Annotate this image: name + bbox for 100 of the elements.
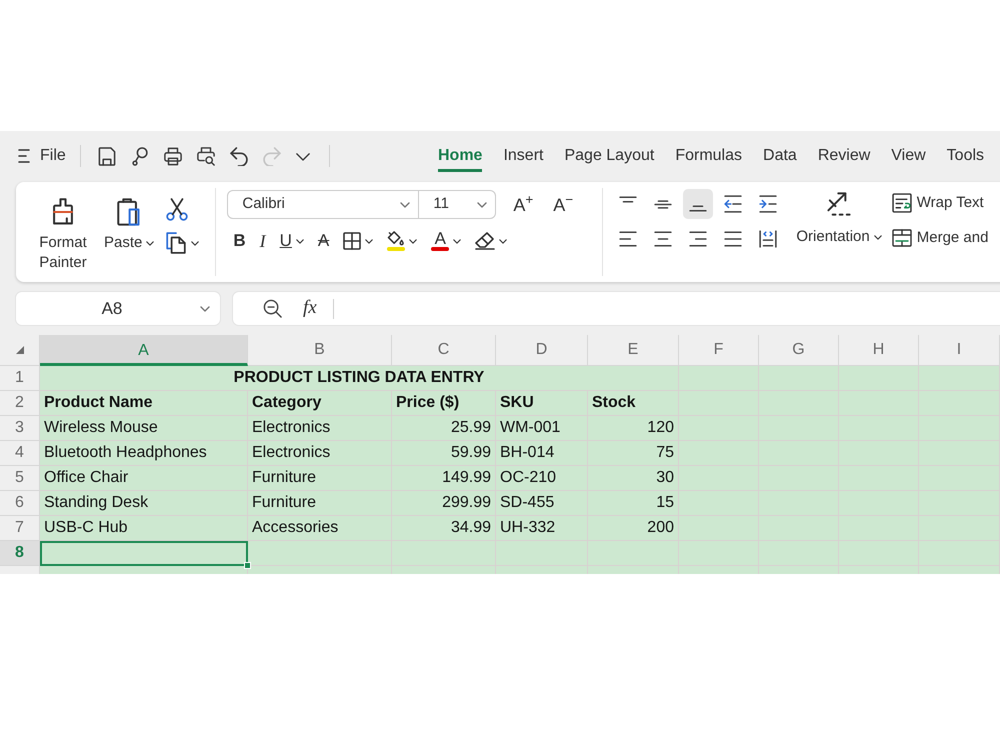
- paste-button[interactable]: Paste: [104, 198, 154, 253]
- underline-button[interactable]: U: [274, 227, 309, 255]
- table-cell: 75: [588, 441, 679, 466]
- print-icon[interactable]: [164, 146, 182, 166]
- row-header[interactable]: 3: [0, 416, 40, 441]
- indent-decrease-icon: [724, 195, 742, 213]
- table-cell: Bluetooth Headphones: [40, 441, 248, 466]
- row-header[interactable]: 5: [0, 466, 40, 491]
- table-cell: Furniture: [248, 466, 392, 491]
- indent-increase-icon: [759, 195, 778, 213]
- align-bottom-button[interactable]: [683, 189, 714, 219]
- caret-icon: [200, 306, 210, 312]
- table-cell: Stock: [588, 391, 679, 416]
- table-cell: Electronics: [248, 441, 392, 466]
- fill-handle[interactable]: [244, 562, 251, 569]
- wrap-text-button[interactable]: Wrap Text: [892, 192, 988, 214]
- eraser-icon: [475, 232, 496, 250]
- table-cell: WM-001: [496, 416, 588, 441]
- table-cell: 120: [588, 416, 679, 441]
- table-cell: Wireless Mouse: [40, 416, 248, 441]
- row-header[interactable]: 4: [0, 441, 40, 466]
- file-menu-button[interactable]: File: [18, 144, 66, 168]
- table-cell: Electronics: [248, 416, 392, 441]
- table-cell: SD-455: [496, 491, 588, 516]
- format-painter-button[interactable]: Format Painter: [34, 198, 92, 273]
- table-cell: Accessories: [248, 516, 392, 541]
- table-cell: 15: [588, 491, 679, 516]
- tab[interactable]: Formulas: [675, 146, 742, 172]
- row-header[interactable]: 7: [0, 516, 40, 541]
- table-cell: 34.99: [392, 516, 496, 541]
- tab[interactable]: Data: [763, 146, 797, 172]
- caret-icon: [874, 234, 882, 240]
- align-right-icon: [689, 231, 708, 247]
- caret-icon: [146, 240, 154, 246]
- font-color-button[interactable]: A: [426, 227, 466, 255]
- font-size-button[interactable]: A$^{−}$: [548, 190, 578, 218]
- table-cell: OC-210: [496, 466, 588, 491]
- table-cell: UH-332: [496, 516, 588, 541]
- chevron-down-icon[interactable]: [296, 152, 310, 160]
- grid-icon: [343, 232, 362, 250]
- font-name-field[interactable]: Calibri: [227, 190, 420, 219]
- align-bottom-icon: [689, 205, 708, 212]
- tab[interactable]: Tools: [946, 146, 984, 172]
- copy-icon: [166, 232, 186, 254]
- formula-field[interactable]: fx: [233, 292, 1000, 325]
- table-cell: PRODUCT LISTING DATA ENTRY: [40, 366, 679, 391]
- table-cell: BH-014: [496, 441, 588, 466]
- insert-function-button[interactable]: fx: [303, 294, 317, 323]
- scissors-icon[interactable]: [166, 198, 188, 222]
- tab[interactable]: Insert: [503, 146, 544, 172]
- wrap-text-icon: [892, 193, 912, 213]
- align-center-icon: [654, 231, 672, 247]
- lasso-icon[interactable]: [130, 146, 149, 166]
- brush-icon: [51, 198, 75, 226]
- diagonal-arrow-icon: [827, 192, 852, 216]
- caret-icon: [191, 240, 200, 246]
- orientation-button[interactable]: Orientation: [796, 188, 882, 276]
- name-box[interactable]: A8: [16, 292, 220, 325]
- clipboard-icon: [117, 198, 142, 226]
- table-cell: USB-C Hub: [40, 516, 248, 541]
- table-cell: Category: [248, 391, 392, 416]
- tab[interactable]: View: [891, 146, 926, 172]
- align-left-icon: [619, 231, 638, 247]
- font-size-button[interactable]: A$^{+}$: [508, 190, 538, 218]
- paint-bucket-icon: [387, 231, 406, 246]
- tab[interactable]: Home: [438, 146, 482, 172]
- undo-icon[interactable]: [230, 146, 248, 166]
- print-preview-icon[interactable]: [196, 146, 215, 166]
- caret-icon: [400, 202, 410, 208]
- corner-triangle-icon[interactable]: [16, 346, 24, 354]
- zoom-out-icon[interactable]: [263, 299, 282, 318]
- table-cell: 149.99: [392, 466, 496, 491]
- row-header[interactable]: 1: [0, 366, 40, 391]
- align-middle-icon: [654, 200, 672, 208]
- font-size-field[interactable]: 11: [419, 190, 496, 219]
- distributed-icon: [759, 230, 778, 248]
- table-cell: 25.99: [392, 416, 496, 441]
- justify-icon: [724, 231, 742, 247]
- tab[interactable]: Page Layout: [564, 146, 654, 172]
- tab[interactable]: Review: [818, 146, 870, 172]
- table-cell: Office Chair: [40, 466, 248, 491]
- italic-button[interactable]: I: [254, 227, 271, 255]
- table-cell: 299.99: [392, 491, 496, 516]
- merge-button[interactable]: Merge and: [892, 227, 988, 249]
- copy-button[interactable]: [166, 232, 200, 254]
- selected-cell[interactable]: [40, 541, 248, 566]
- table-cell: 200: [588, 516, 679, 541]
- menu-icon: [18, 149, 30, 163]
- table-cell: 59.99: [392, 441, 496, 466]
- table-cell: Price ($): [392, 391, 496, 416]
- save-icon[interactable]: [98, 146, 116, 166]
- align-top-icon: [619, 196, 638, 203]
- bold-button[interactable]: B: [228, 227, 251, 255]
- row-header[interactable]: 8: [0, 541, 40, 566]
- table-cell: SKU: [496, 391, 588, 416]
- row-header[interactable]: 2: [0, 391, 40, 416]
- row-header[interactable]: 6: [0, 491, 40, 516]
- table-cell: 30: [588, 466, 679, 491]
- strikethrough-button[interactable]: A: [312, 227, 334, 255]
- column-header[interactable]: A: [40, 335, 248, 366]
